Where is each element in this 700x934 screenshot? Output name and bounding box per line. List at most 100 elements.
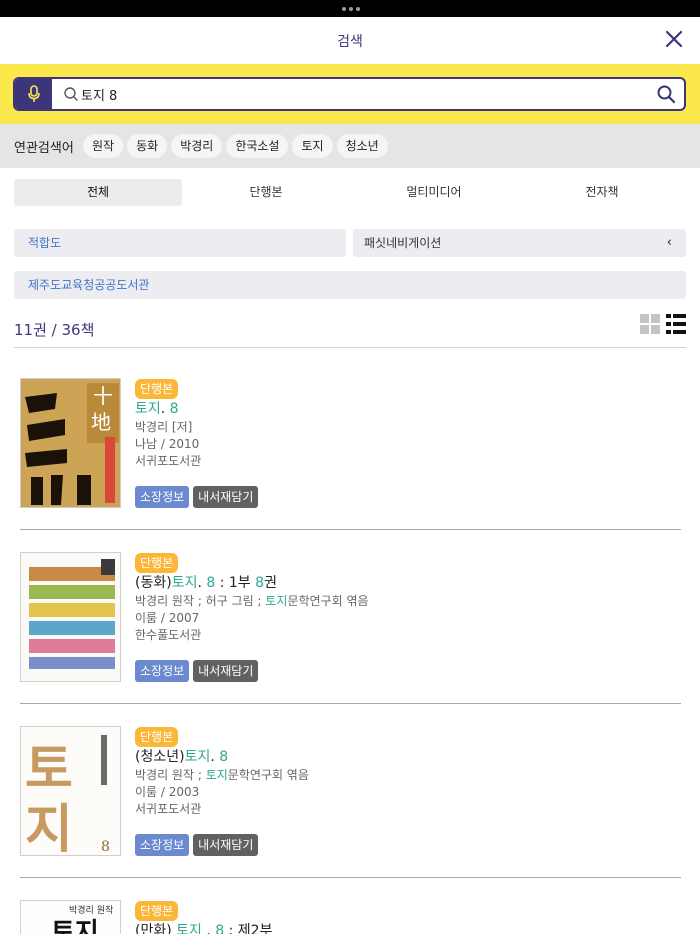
sort-relevance-select[interactable]: 적합도	[14, 229, 346, 257]
meta-text: 서귀포도서관	[135, 454, 202, 468]
close-icon[interactable]	[665, 30, 683, 48]
title-keyword-highlight: 토지	[176, 923, 202, 934]
book-title[interactable]: (청소년)토지. 8	[135, 747, 675, 767]
divider	[20, 877, 681, 878]
list-item[interactable]: 十 地 단행본 토지. 8 박경리 [저] 나남 / 2010 서귀포도서관 소…	[20, 378, 681, 548]
book-cover-art: 十 地	[21, 379, 120, 507]
meta-text: 박경리 원작 ; 허구 그림 ;	[135, 594, 266, 608]
book-info: 단행본 (청소년)토지. 8 박경리 원작 ; 토지문학연구회 엮음 이룸 / …	[135, 726, 675, 818]
related-keyword-chip[interactable]: 동화	[127, 134, 168, 158]
result-count: 11권 / 36책	[14, 321, 95, 339]
book-publisher: 이룸 / 2007	[135, 610, 675, 627]
add-to-my-library-button[interactable]: 내서재담기	[193, 486, 259, 508]
voice-search-button[interactable]	[15, 79, 52, 109]
material-type-badge: 단행본	[135, 553, 179, 573]
add-to-my-library-button[interactable]: 내서재담기	[193, 660, 259, 682]
title-text: : 1부	[215, 575, 256, 591]
book-publisher: 이룸 / 2003	[135, 784, 675, 801]
status-bar	[0, 0, 700, 17]
list-item[interactable]: 단행본 (동화)토지. 8 : 1부 8권 박경리 원작 ; 허구 그림 ; 토…	[20, 552, 681, 722]
book-title[interactable]: (동화)토지. 8 : 1부 8권	[135, 573, 675, 593]
title-keyword-highlight: 8	[169, 401, 179, 417]
list-view-icon[interactable]	[666, 314, 686, 334]
book-cover[interactable]: 박경리 원작 토지	[20, 900, 121, 934]
svg-text:地: 地	[91, 410, 111, 434]
title-keyword-highlight: 토지	[184, 749, 211, 765]
grid-view-icon[interactable]	[640, 314, 660, 334]
holding-info-button[interactable]: 소장정보	[135, 486, 190, 508]
meta-text: 이룸 / 2007	[135, 611, 200, 625]
related-keyword-chip[interactable]: 원작	[83, 134, 124, 158]
related-keyword-chip[interactable]: 청소년	[336, 134, 388, 158]
related-keyword-chip[interactable]: 토지	[292, 134, 333, 158]
search-submit-icon[interactable]	[656, 84, 676, 104]
search-box	[13, 77, 686, 111]
book-title[interactable]: (만화) 토지 . 8 : 제2부	[135, 921, 675, 934]
title-keyword-highlight: 8	[219, 749, 229, 765]
item-actions: 소장정보 내서재담기	[135, 486, 259, 508]
search-input[interactable]	[79, 79, 639, 109]
book-info: 단행본 토지. 8 박경리 [저] 나남 / 2010 서귀포도서관	[135, 378, 675, 470]
book-library: 한수풀도서관	[135, 627, 675, 644]
tab-ebooks[interactable]: 전자책	[518, 179, 686, 206]
page-title: 검색	[337, 34, 363, 50]
book-cover[interactable]: 토 지 8	[20, 726, 121, 856]
book-author: 박경리 원작 ; 토지문학연구회 엮음	[135, 767, 675, 784]
book-cover-art	[21, 553, 120, 681]
related-keywords-label: 연관검색어	[14, 141, 74, 156]
title-text: : 제2부	[224, 923, 273, 934]
meta-keyword-highlight: 토지	[265, 594, 288, 608]
svg-text:토: 토	[25, 740, 73, 800]
title-text: .	[201, 923, 216, 934]
header: 검색	[0, 17, 700, 64]
material-type-badge: 단행본	[135, 901, 179, 921]
book-author: 박경리 [저]	[135, 419, 675, 436]
book-publisher: 나남 / 2010	[135, 436, 675, 453]
book-info: 단행본 (만화) 토지 . 8 : 제2부	[135, 900, 675, 934]
tab-multimedia[interactable]: 멀티미디어	[350, 179, 518, 206]
book-cover[interactable]: 十 地	[20, 378, 121, 508]
related-keywords-bar: 연관검색어 원작 동화 박경리 한국소설 토지 청소년	[0, 124, 700, 168]
add-to-my-library-button[interactable]: 내서재담기	[193, 834, 259, 856]
meta-text: 박경리 원작 ;	[135, 768, 206, 782]
related-keyword-chip[interactable]: 박경리	[171, 134, 223, 158]
meta-text: 서귀포도서관	[135, 802, 202, 816]
list-item[interactable]: 토 지 8 단행본 (청소년)토지. 8 박경리 원작 ; 토지문학연구회 엮음…	[20, 726, 681, 896]
title-keyword-highlight: 토지	[135, 401, 161, 417]
material-type-badge: 단행본	[135, 727, 179, 747]
holding-info-button[interactable]: 소장정보	[135, 834, 190, 856]
item-actions: 소장정보 내서재담기	[135, 660, 259, 682]
title-text: .	[210, 749, 220, 765]
book-cover-art: 토 지 8	[21, 727, 120, 855]
meta-text: 한수풀도서관	[135, 628, 202, 642]
tab-all[interactable]: 전체	[14, 179, 182, 206]
list-item[interactable]: 박경리 원작 토지 단행본 (만화) 토지 . 8 : 제2부	[20, 900, 681, 934]
multitasking-dots-icon[interactable]	[342, 7, 360, 11]
book-title[interactable]: 토지. 8	[135, 399, 675, 419]
svg-text:8: 8	[101, 839, 110, 855]
title-keyword-highlight: 8	[215, 923, 225, 934]
book-cover-art: 박경리 원작 토지	[21, 901, 120, 934]
book-library: 서귀포도서관	[135, 453, 675, 470]
svg-text:토지: 토지	[51, 918, 99, 934]
meta-text: 문학연구회 엮음	[227, 768, 309, 782]
meta-text: 이룸 / 2003	[135, 785, 200, 799]
facet-navigation-toggle[interactable]: 패싯네비게이션 ‹	[353, 229, 686, 257]
title-text: (청소년)	[135, 749, 185, 765]
title-keyword-highlight: 8	[206, 575, 216, 591]
svg-text:十: 十	[93, 384, 113, 408]
microphone-icon	[27, 85, 40, 102]
library-select[interactable]: 제주도교육청공공도서관	[14, 271, 686, 299]
meta-text: 박경리 [저]	[135, 420, 193, 434]
tab-books[interactable]: 단행본	[182, 179, 350, 206]
holding-info-button[interactable]: 소장정보	[135, 660, 190, 682]
book-cover[interactable]	[20, 552, 121, 682]
meta-keyword-highlight: 토지	[205, 768, 228, 782]
search-field-icon	[64, 87, 78, 101]
related-keyword-chip[interactable]: 한국소설	[226, 134, 289, 158]
search-bar	[0, 64, 700, 124]
book-info: 단행본 (동화)토지. 8 : 1부 8권 박경리 원작 ; 허구 그림 ; 토…	[135, 552, 675, 644]
related-keywords-list: 원작 동화 박경리 한국소설 토지 청소년	[83, 134, 388, 158]
book-author: 박경리 원작 ; 허구 그림 ; 토지문학연구회 엮음	[135, 593, 675, 610]
item-actions: 소장정보 내서재담기	[135, 834, 259, 856]
